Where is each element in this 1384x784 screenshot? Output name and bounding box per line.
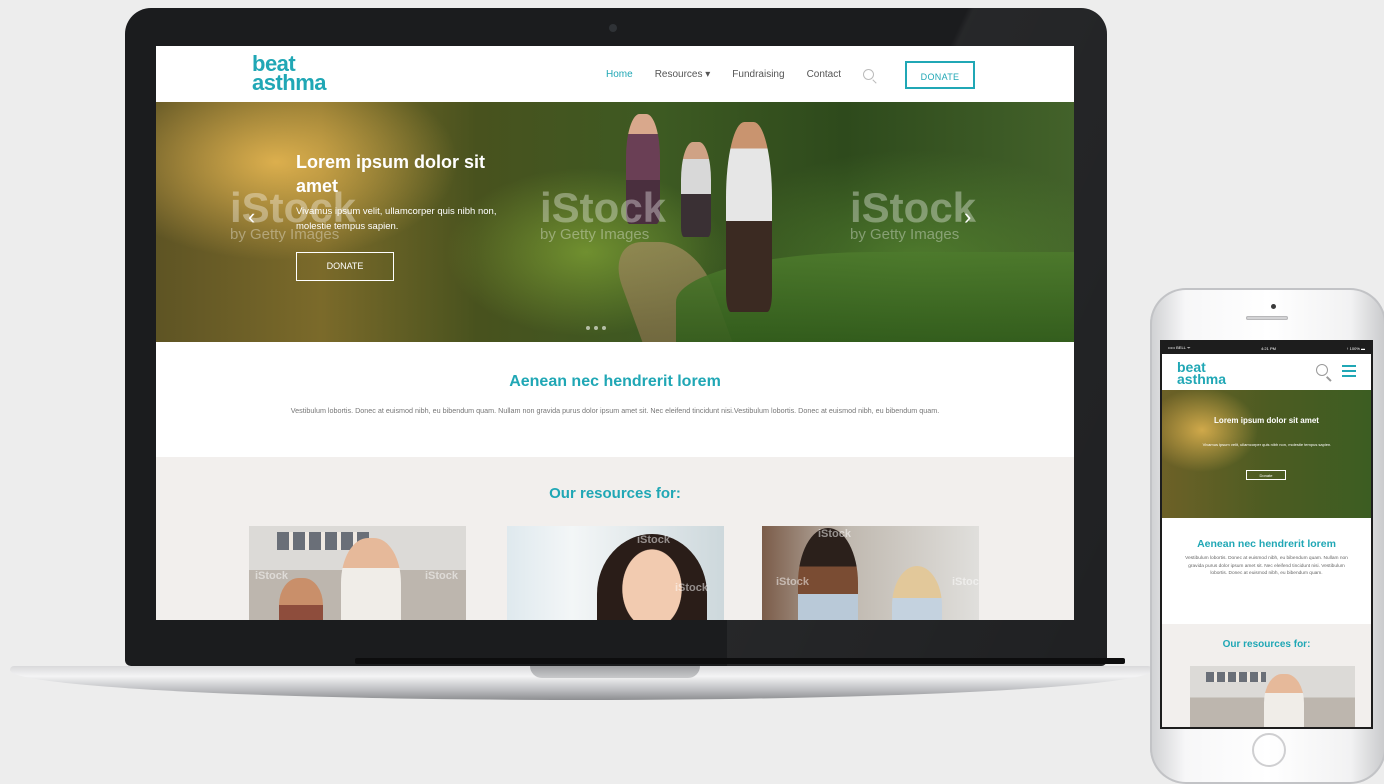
resources-section: Our resources for: iStock iStock iStock … <box>156 457 1074 620</box>
mobile-intro-text: Vestibulum lobortis. Donec at euismod ni… <box>1185 556 1348 576</box>
mobile-resources: Our resources for: <box>1162 624 1371 727</box>
intro-heading: Aenean nec hendrerit lorem <box>509 373 721 390</box>
hamburger-menu-icon[interactable] <box>1342 365 1356 377</box>
nav-fundraising[interactable]: Fundraising <box>732 69 784 80</box>
hero-donate-button[interactable]: DONATE <box>296 252 394 281</box>
hero-photo-child <box>681 142 711 237</box>
site-logo[interactable]: beat asthma <box>252 53 327 94</box>
intro-text: Vestibulum lobortis. Donec at euismod ni… <box>290 406 940 415</box>
mobile-intro: Aenean nec hendrerit lorem Vestibulum lo… <box>1162 518 1371 624</box>
laptop-notch <box>530 666 700 678</box>
main-nav: Home Resources ▾ Fundraising Contact <box>606 69 900 80</box>
hero-photo-child <box>726 122 772 312</box>
resource-card-schools[interactable]: iStock iStock iStock <box>762 526 979 620</box>
mobile-header: beat asthma <box>1162 354 1371 390</box>
watermark: iStock by Getty Images <box>850 184 977 243</box>
search-icon[interactable] <box>1316 364 1328 376</box>
resource-card-parents[interactable]: iStock iStock <box>249 526 466 620</box>
mobile-hero: Lorem ipsum dolor sit amet Vivamus ipsum… <box>1162 390 1371 518</box>
chevron-left-icon[interactable]: ‹ <box>248 206 255 228</box>
slider-dots[interactable] <box>586 326 606 330</box>
nav-resources[interactable]: Resources ▾ <box>655 69 711 80</box>
phone-speaker <box>1246 316 1288 320</box>
site-header: beat asthma Home Resources ▾ Fundraising… <box>156 46 1074 102</box>
mobile-logo[interactable]: beat asthma <box>1177 360 1226 386</box>
home-button[interactable] <box>1252 733 1286 767</box>
hero-title: Lorem ipsum dolor sit amet <box>296 152 486 196</box>
header-donate-button[interactable]: DONATE <box>905 61 975 89</box>
chevron-right-icon[interactable]: › <box>964 206 971 228</box>
mobile-hero-title: Lorem ipsum dolor sit amet <box>1214 416 1319 425</box>
laptop-camera <box>609 24 617 32</box>
mobile-resource-card[interactable] <box>1190 666 1355 727</box>
mobile-intro-heading: Aenean nec hendrerit lorem <box>1197 538 1336 550</box>
mobile-resources-heading: Our resources for: <box>1222 639 1311 650</box>
status-bar: ••••• BELL ᯤ 4:21 PM ↑ 100% ▬ <box>1162 342 1371 354</box>
phone-camera <box>1271 304 1276 309</box>
hero-text: Vivamus ipsum velit, ullamcorper quis ni… <box>296 206 497 232</box>
resource-card-teens[interactable]: iStock iStock <box>507 526 724 620</box>
laptop-screen: beat asthma Home Resources ▾ Fundraising… <box>156 46 1074 620</box>
mobile-donate-button[interactable]: Donate <box>1246 470 1286 480</box>
mobile-hero-text: Vivamus ipsum velit, ullamcorper quis ni… <box>1202 442 1332 447</box>
resources-heading: Our resources for: <box>549 485 681 502</box>
nav-home[interactable]: Home <box>606 69 633 80</box>
watermark: iStock by Getty Images <box>540 184 667 243</box>
hero-slider: iStock by Getty Images iStock by Getty Ima… <box>156 102 1074 342</box>
nav-contact[interactable]: Contact <box>807 69 841 80</box>
phone-screen: ••••• BELL ᯤ 4:21 PM ↑ 100% ▬ beat asthm… <box>1160 340 1373 729</box>
phone: ••••• BELL ᯤ 4:21 PM ↑ 100% ▬ beat asthm… <box>1150 288 1384 784</box>
intro-section: Aenean nec hendrerit lorem Vestibulum lo… <box>156 342 1074 457</box>
search-icon[interactable] <box>863 69 875 80</box>
